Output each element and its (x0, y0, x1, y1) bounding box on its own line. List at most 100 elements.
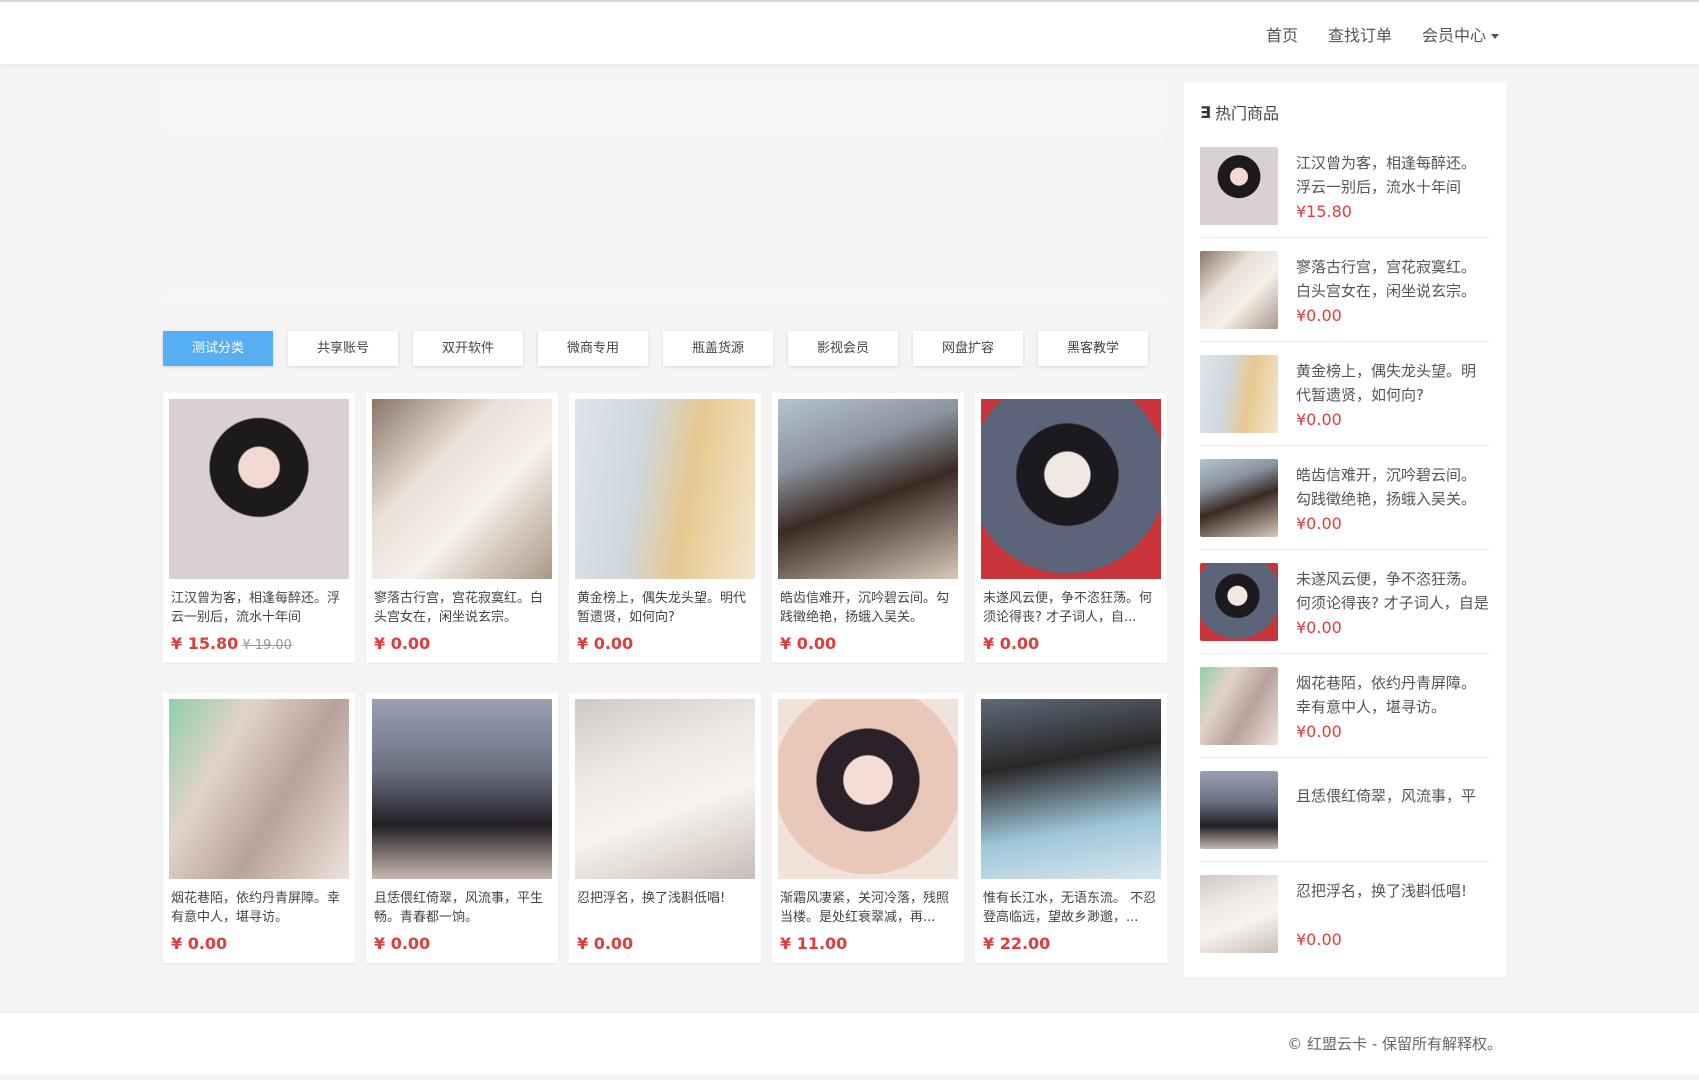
product-title: 且恁偎红倚翠，风流事，平生畅。青春都一饷。 (374, 891, 544, 925)
category-tabs: 测试分类 共享账号 双开软件 微商专用 瓶盖货源 影视会员 网盘扩容 黑客教学 (163, 331, 1148, 366)
hot-product-info: 黄金榜上，偶失龙头望。明代暂遗贤，如何向? ¥0.00 (1296, 359, 1490, 429)
hot-product-item[interactable]: 且恁偎红倚翠，风流事，平 (1200, 758, 1490, 862)
hot-product-title: 皓齿信难开，沉吟碧云间。勾践徵绝艳，扬蛾入吴关。 (1296, 465, 1477, 508)
hot-product-thumb (1200, 562, 1278, 641)
product-image (778, 399, 958, 579)
category-tab-cloud-storage[interactable]: 网盘扩容 (913, 331, 1023, 366)
hot-product-item[interactable]: 江汉曾为客，相逢每醉还。浮云一别后，流水十年间 ¥15.80 (1200, 134, 1490, 238)
hot-product-info: 忍把浮名，换了浅斟低唱! ¥0.00 (1296, 879, 1490, 949)
product-title: 忍把浮名，换了浅斟低唱! (577, 891, 726, 906)
product-image (981, 699, 1161, 879)
product-card[interactable]: 寥落古行宫，宫花寂寞红。白头宫女在，闲坐说玄宗。 ¥ 0.00 (366, 393, 558, 663)
product-title: 渐霜风凄紧，关河冷落，残照当楼。是处红衰翠减，再... (780, 891, 950, 925)
product-title: 惟有长江水，无语东流。 不忍登高临远，望故乡渺邈，... (983, 891, 1157, 925)
hot-product-thumb (1200, 875, 1278, 953)
product-image (169, 699, 349, 879)
product-card[interactable]: 未遂风云便，争不恣狂荡。何须论得丧? 才子词人，自... ¥ 0.00 (975, 393, 1167, 663)
hot-product-thumb (1200, 666, 1278, 745)
product-price: ¥ 15.80 (171, 634, 239, 653)
hot-product-price: ¥0.00 (1296, 513, 1342, 533)
product-title: 皓齿信难开，沉吟碧云间。勾践徵绝艳，扬蛾入吴关。 (780, 591, 950, 625)
hot-product-info: 江汉曾为客，相逢每醉还。浮云一别后，流水十年间 ¥15.80 (1296, 151, 1490, 221)
hot-product-title: 未遂风云便，争不恣狂荡。何须论得丧? 才子词人，自是白 (1296, 569, 1489, 612)
nav-find-order-link[interactable]: 查找订单 (1328, 22, 1392, 46)
hot-product-thumb (1200, 458, 1278, 537)
product-grid: 江汉曾为客，相逢每醉还。浮云一别后，流水十年间 ¥ 15.80 ¥ 19.00 寥… (163, 393, 1167, 963)
product-card[interactable]: 惟有长江水，无语东流。 不忍登高临远，望故乡渺邈，... ¥ 22.00 (975, 693, 1167, 963)
hot-product-price: ¥0.00 (1296, 930, 1342, 949)
category-tab-test[interactable]: 测试分类 (163, 331, 273, 366)
sidebar-heading: ∃ 热门商品 (1200, 82, 1490, 134)
product-image (575, 399, 755, 579)
product-card[interactable]: 黄金榜上，偶失龙头望。明代暂遗贤，如何向? ¥ 0.00 (569, 393, 761, 663)
hot-product-info: 且恁偎红倚翠，风流事，平 (1296, 784, 1490, 835)
main-nav: 首页 查找订单 会员中心 (1266, 22, 1499, 46)
category-tab-dual-open-software[interactable]: 双开软件 (413, 331, 523, 366)
product-image (575, 699, 755, 879)
hot-product-price: ¥0.00 (1296, 617, 1342, 637)
product-price: ¥ 0.00 (374, 934, 431, 953)
product-price: ¥ 11.00 (780, 934, 848, 953)
product-image (372, 699, 552, 879)
category-tab-shared-account[interactable]: 共享账号 (288, 331, 398, 366)
hot-product-info: 烟花巷陌，依约丹青屏障。幸有意中人，堪寻访。 ¥0.00 (1296, 671, 1490, 741)
product-price: ¥ 0.00 (171, 934, 228, 953)
hot-product-price: ¥0.00 (1296, 305, 1342, 325)
hot-products-sidebar: ∃ 热门商品 江汉曾为客，相逢每醉还。浮云一别后，流水十年间 ¥15.80 寥落… (1184, 82, 1506, 977)
hot-product-price: ¥15.80 (1296, 201, 1352, 221)
banner-area (162, 82, 1166, 308)
product-image (981, 399, 1161, 579)
category-tab-hacker-tutorial[interactable]: 黑客教学 (1038, 331, 1148, 366)
nav-home-link[interactable]: 首页 (1266, 22, 1298, 46)
hot-product-info: 皓齿信难开，沉吟碧云间。勾践徵绝艳，扬蛾入吴关。 ¥0.00 (1296, 463, 1490, 533)
product-card[interactable]: 江汉曾为客，相逢每醉还。浮云一别后，流水十年间 ¥ 15.80 ¥ 19.00 (163, 393, 355, 663)
hot-product-info: 寥落古行宫，宫花寂寞红。白头宫女在，闲坐说玄宗。 ¥0.00 (1296, 255, 1490, 325)
product-title: 江汉曾为客，相逢每醉还。浮云一别后，流水十年间 (171, 591, 341, 625)
category-tab-wechat-business[interactable]: 微商专用 (538, 331, 648, 366)
sidebar-heading-label: 热门商品 (1214, 104, 1279, 123)
product-card[interactable]: 且恁偎红倚翠，风流事，平生畅。青春都一饷。 ¥ 0.00 (366, 693, 558, 963)
hot-product-item[interactable]: 忍把浮名，换了浅斟低唱! ¥0.00 (1200, 862, 1490, 966)
hot-product-item[interactable]: 寥落古行宫，宫花寂寞红。白头宫女在，闲坐说玄宗。 ¥0.00 (1200, 238, 1490, 342)
product-image (372, 399, 552, 579)
product-card[interactable]: 忍把浮名，换了浅斟低唱! ¥ 0.00 (569, 693, 761, 963)
product-price: ¥ 0.00 (780, 634, 837, 653)
hot-product-title: 烟花巷陌，依约丹青屏障。幸有意中人，堪寻访。 (1296, 673, 1477, 716)
hot-product-price: ¥0.00 (1296, 721, 1342, 741)
product-title: 烟花巷陌，依约丹青屏障。幸有意中人，堪寻访。 (171, 891, 341, 925)
hot-product-item[interactable]: 未遂风云便，争不恣狂荡。何须论得丧? 才子词人，自是白 ¥0.00 (1200, 550, 1490, 654)
product-card[interactable]: 烟花巷陌，依约丹青屏障。幸有意中人，堪寻访。 ¥ 0.00 (163, 693, 355, 963)
hot-product-item[interactable]: 烟花巷陌，依约丹青屏障。幸有意中人，堪寻访。 ¥0.00 (1200, 654, 1490, 758)
product-title: 黄金榜上，偶失龙头望。明代暂遗贤，如何向? (577, 591, 747, 625)
product-price: ¥ 0.00 (983, 634, 1040, 653)
category-tab-video-vip[interactable]: 影视会员 (788, 331, 898, 366)
nav-member-center-label: 会员中心 (1421, 26, 1486, 45)
product-price-row: ¥ 15.80 ¥ 19.00 (169, 634, 349, 653)
hot-product-thumb (1200, 354, 1278, 433)
hot-product-title: 忍把浮名，换了浅斟低唱! (1296, 882, 1468, 900)
hot-product-item[interactable]: 黄金榜上，偶失龙头望。明代暂遗贤，如何向? ¥0.00 (1200, 342, 1490, 446)
product-card[interactable]: 渐霜风凄紧，关河冷落，残照当楼。是处红衰翠减，再... ¥ 11.00 (772, 693, 964, 963)
product-card[interactable]: 皓齿信难开，沉吟碧云间。勾践徵绝艳，扬蛾入吴关。 ¥ 0.00 (772, 393, 964, 663)
product-title: 未遂风云便，争不恣狂荡。何须论得丧? 才子词人，自... (983, 591, 1153, 625)
top-navbar: 首页 查找订单 会员中心 (0, 0, 1699, 64)
hot-product-item[interactable]: 皓齿信难开，沉吟碧云间。勾践徵绝艳，扬蛾入吴关。 ¥0.00 (1200, 446, 1490, 550)
caret-down-icon (1491, 34, 1499, 39)
nav-member-center-dropdown[interactable]: 会员中心 (1422, 22, 1499, 46)
category-tab-bottle-cap-supply[interactable]: 瓶盖货源 (663, 331, 773, 366)
product-price: ¥ 0.00 (577, 934, 634, 953)
hot-product-title: 且恁偎红倚翠，风流事，平 (1296, 787, 1477, 805)
product-title: 寥落古行宫，宫花寂寞红。白头宫女在，闲坐说玄宗。 (374, 591, 544, 625)
hot-icon: ∃ (1200, 102, 1211, 122)
hot-product-thumb (1200, 770, 1278, 849)
product-image (778, 699, 958, 879)
hot-product-info: 未遂风云便，争不恣狂荡。何须论得丧? 才子词人，自是白 ¥0.00 (1296, 567, 1490, 637)
product-price: ¥ 0.00 (374, 634, 431, 653)
hot-product-thumb (1200, 250, 1278, 329)
hot-product-title: 江汉曾为客，相逢每醉还。浮云一别后，流水十年间 (1296, 153, 1477, 196)
hot-product-title: 黄金榜上，偶失龙头望。明代暂遗贤，如何向? (1296, 361, 1477, 404)
product-price: ¥ 22.00 (983, 934, 1051, 953)
product-image (169, 399, 349, 579)
hot-product-title: 寥落古行宫，宫花寂寞红。白头宫女在，闲坐说玄宗。 (1296, 257, 1477, 300)
product-price: ¥ 0.00 (577, 634, 634, 653)
